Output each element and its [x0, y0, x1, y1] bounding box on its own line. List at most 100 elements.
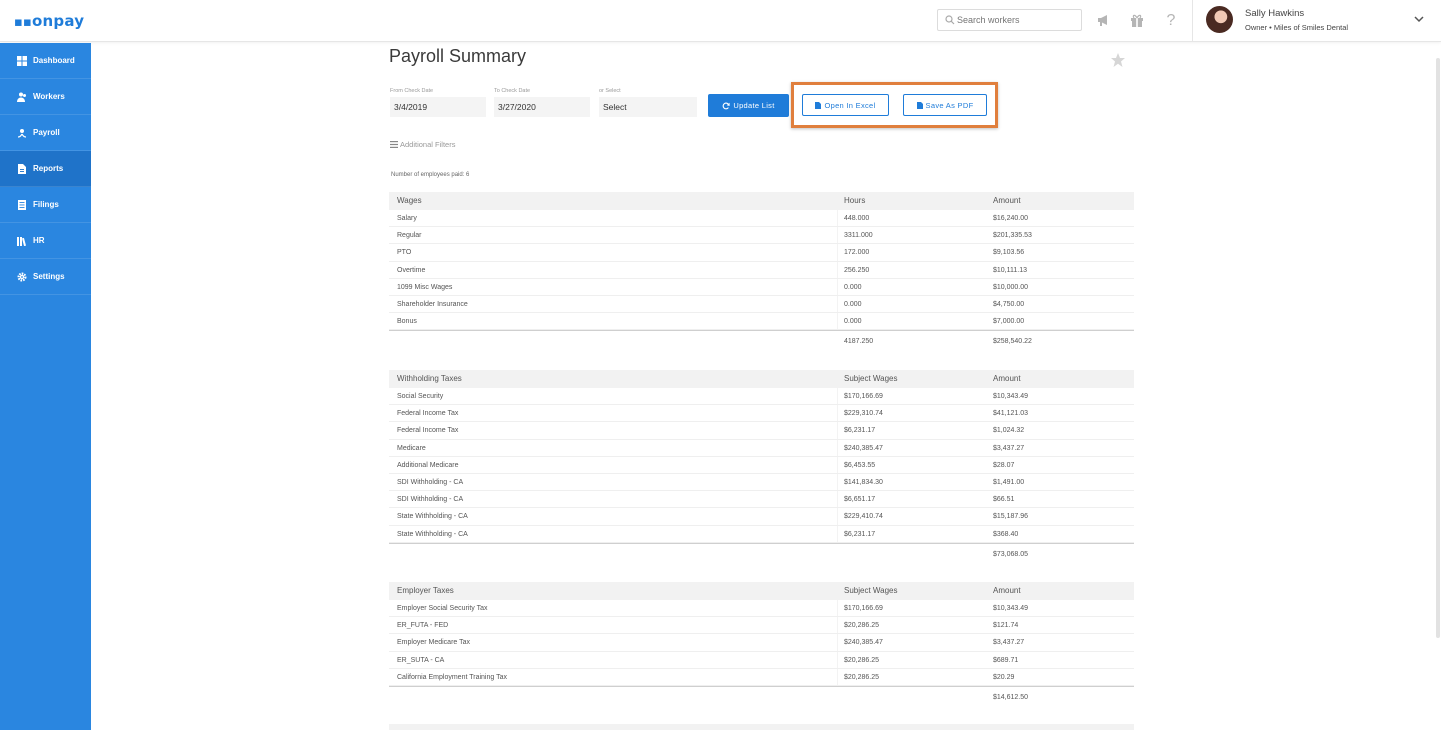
sidebar-item-dashboard[interactable]: Dashboard	[0, 43, 91, 79]
table-cell: $3,437.27	[993, 639, 1025, 647]
sidebar-item-payroll[interactable]: Payroll	[0, 115, 91, 151]
table-cell: $66.51	[993, 496, 1015, 504]
table-row: Shareholder Insurance 0.000 $4,750.00	[389, 295, 1134, 314]
chevron-down-icon[interactable]	[1413, 13, 1425, 25]
column-divider	[837, 491, 838, 508]
table-cell: ER_FUTA - FED	[397, 622, 449, 630]
reports-icon	[18, 163, 26, 174]
additional-filters-link[interactable]: Additional Filters	[390, 140, 455, 149]
open-in-excel-button[interactable]: Open In Excel	[802, 94, 889, 116]
hamburger-icon	[390, 141, 398, 148]
table-total-row: $14,612.50	[389, 685, 1134, 707]
table-row: State Withholding - CA $6,231.17 $368.40	[389, 525, 1134, 543]
megaphone-icon[interactable]	[1095, 12, 1113, 30]
table-row: Federal Income Tax $229,310.74 $41,121.03	[389, 405, 1134, 423]
table-cell: 0.000	[844, 300, 862, 308]
to-date-input[interactable]: 3/27/2020	[494, 97, 590, 117]
search-input[interactable]	[957, 12, 1077, 28]
table-row: ER_FUTA - FED $20,286.25 $121.74	[389, 617, 1134, 635]
to-date-label: To Check Date	[494, 88, 531, 94]
table-cell: $1,491.00	[993, 478, 1025, 486]
star-icon[interactable]	[1110, 52, 1126, 68]
column-divider	[837, 473, 838, 491]
table-cell: $201,335.53	[993, 232, 1032, 240]
column-divider	[837, 600, 838, 617]
search-icon	[945, 15, 955, 25]
table-row: Overtime 256.250 $10,111.13	[389, 261, 1134, 279]
user-name: Sally Hawkins	[1245, 8, 1305, 19]
table-cell: $20,286.25	[844, 656, 880, 664]
table-row: State Withholding - CA $229,410.74 $15,187…	[389, 508, 1134, 526]
table-row: ER_SUTA - CA $20,286.25 $689.71	[389, 651, 1134, 669]
table-cell: $7,000.00	[993, 318, 1025, 326]
top-bar: ▪▪onpay ? Sally Hawkins Owner • Miles of…	[0, 0, 1441, 42]
column-divider	[837, 617, 838, 634]
table-row: Regular 3311.000 $201,335.53	[389, 227, 1134, 245]
table-cell: $689.71	[993, 656, 1019, 664]
table-cell: $141,834.30	[844, 478, 883, 486]
sidebar-item-filings[interactable]: Filings	[0, 187, 91, 223]
table-cell: Additional Medicare	[397, 461, 459, 469]
table-cell: SDI Withholding - CA	[397, 496, 464, 504]
table-cell: Overtime	[397, 266, 426, 274]
table-cell: California Employment Training Tax	[397, 673, 507, 681]
hr-icon	[17, 236, 27, 246]
table-row: Additional Medicare $6,453.55 $28.07	[389, 456, 1134, 474]
date-range-select[interactable]: Select	[599, 97, 697, 117]
withholding-taxes-table: Withholding Taxes Subject Wages Amount S…	[389, 370, 1134, 564]
table-cell: 256.250	[844, 266, 870, 274]
column-divider	[837, 508, 838, 525]
table-cell: SDI Withholding - CA	[397, 478, 464, 486]
from-date-input[interactable]: 3/4/2019	[390, 97, 486, 117]
sidebar-item-reports[interactable]: Reports	[0, 151, 91, 187]
scrollbar[interactable]	[1436, 58, 1440, 638]
sidebar-item-hr[interactable]: HR	[0, 223, 91, 259]
table-cell: 0.000	[844, 283, 862, 291]
avatar[interactable]	[1206, 6, 1233, 33]
update-list-button[interactable]: Update List	[708, 94, 789, 117]
table-cell: $170,166.69	[844, 393, 883, 400]
search-box[interactable]	[937, 9, 1082, 31]
gift-icon[interactable]	[1128, 12, 1146, 30]
table-cell: $15,187.96	[993, 513, 1029, 521]
table-cell: $16,240.00	[993, 215, 1029, 222]
sidebar-item-label: HR	[33, 236, 45, 245]
table-row: Salary 448.000 $16,240.00	[389, 210, 1134, 228]
column-divider	[837, 244, 838, 261]
table-cell: 0.000	[844, 318, 862, 326]
workers-icon	[17, 92, 26, 102]
table-cell: $170,166.69	[844, 605, 883, 612]
table-cell: State Withholding - CA	[397, 513, 468, 521]
wages-table: Wages Hours Amount Salary 448.000 $16,240.…	[389, 192, 1134, 351]
table-cell: $9,103.56	[993, 249, 1025, 257]
table-cell: Social Security	[397, 393, 444, 400]
table-row: SDI Withholding - CA $141,834.30 $1,491.00	[389, 473, 1134, 492]
sidebar-item-label: Settings	[33, 272, 65, 281]
page-title: Payroll Summary	[389, 46, 527, 66]
help-icon[interactable]: ?	[1162, 12, 1180, 30]
column-divider	[837, 634, 838, 651]
table-cell: $6,651.17	[844, 496, 876, 504]
table-row: SDI Withholding - CA $6,651.17 $66.51	[389, 491, 1134, 509]
dashboard-icon	[17, 55, 27, 66]
table-cell: $10,111.13	[993, 266, 1027, 274]
filings-icon	[18, 199, 26, 210]
select-label: or Select	[599, 88, 621, 94]
table-header: Employer Taxes Subject Wages Amount	[389, 582, 1134, 600]
table-cell: $28.07	[993, 461, 1015, 469]
table-cell: Medicare	[397, 444, 426, 452]
next-table-header	[389, 724, 1134, 730]
onpay-logo[interactable]: ▪▪onpay	[14, 12, 84, 30]
column-divider	[837, 668, 838, 685]
sidebar-item-workers[interactable]: Workers	[0, 79, 91, 115]
save-as-pdf-button[interactable]: Save As PDF	[903, 94, 987, 116]
sidebar-item-settings[interactable]: Settings	[0, 259, 91, 295]
column-divider	[837, 525, 838, 542]
column-divider	[837, 261, 838, 278]
sidebar-item-label: Filings	[33, 200, 59, 209]
table-row: Employer Medicare Tax $240,385.47 $3,437.2…	[389, 634, 1134, 652]
table-row: Employer Social Security Tax $170,166.69 $…	[389, 600, 1134, 618]
table-cell: 172.000	[844, 249, 870, 257]
table-cell: $10,343.49	[993, 393, 1029, 400]
sidebar-item-label: Workers	[33, 92, 65, 101]
